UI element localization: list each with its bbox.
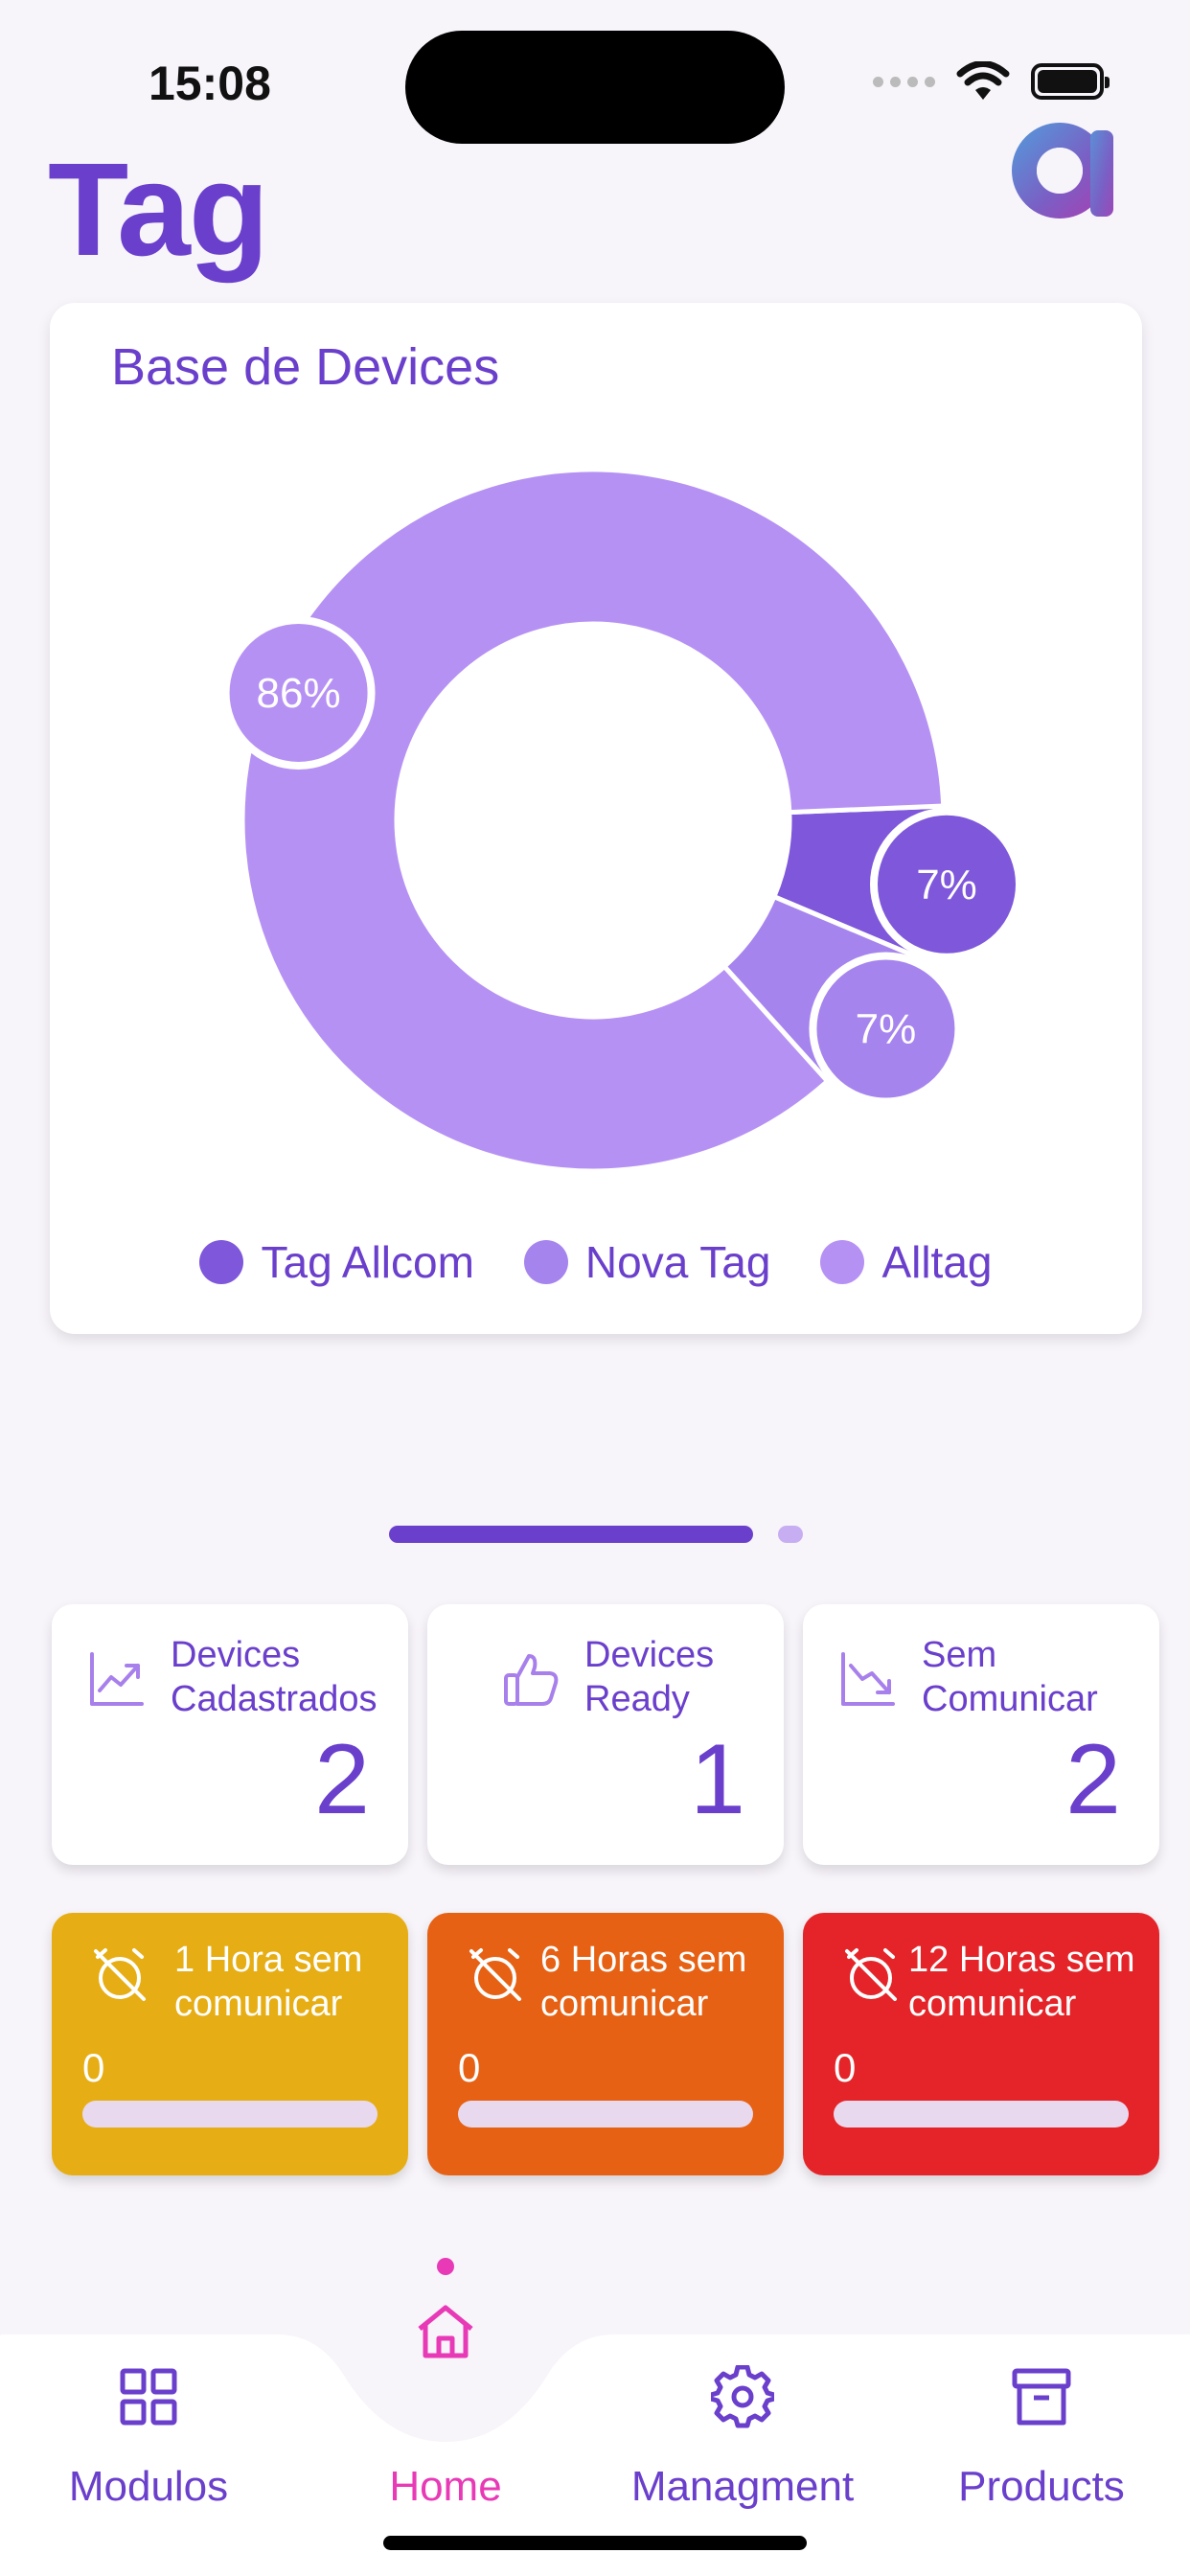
alert-label: 1 Hora sem comunicar — [174, 1940, 363, 2024]
donut-chart: 7% 7% 86% — [221, 467, 1024, 1174]
chart-legend: Tag Allcom Nova Tag Alltag — [50, 1236, 1142, 1288]
status-icons — [873, 61, 1110, 102]
dynamic-island — [405, 31, 785, 144]
nav-label: Products — [958, 2463, 1125, 2510]
bottom-navigation: Modulos Home Managment Products — [0, 2300, 1190, 2576]
page-title: Tag — [48, 136, 269, 284]
stat-card-devices-cadastrados[interactable]: Devices Cadastrados 2 — [52, 1604, 408, 1865]
home-icon — [418, 2305, 473, 2358]
stat-label: Sem Comunicar — [922, 1635, 1098, 1719]
nav-item-managment[interactable]: Managment — [594, 2300, 891, 2576]
pager-indicator[interactable] — [778, 1526, 803, 1543]
alarm-off-icon — [94, 1948, 146, 2001]
legend-item[interactable]: Tag Allcom — [199, 1236, 474, 1288]
nav-item-modulos[interactable]: Modulos — [0, 2300, 297, 2576]
stat-value: 1 — [690, 1724, 745, 1835]
slice-label: 86% — [257, 670, 341, 717]
alert-value: 0 — [834, 2045, 857, 2090]
carousel-pager[interactable] — [389, 1526, 803, 1543]
active-tab-dot — [437, 2258, 454, 2275]
nav-item-home[interactable]: Home — [297, 2300, 594, 2576]
legend-item[interactable]: Alltag — [820, 1236, 993, 1288]
legend-swatch — [199, 1240, 244, 1284]
alert-progress-bar — [82, 2101, 378, 2128]
stat-card-devices-ready[interactable]: Devices Ready 1 — [427, 1604, 784, 1865]
nav-label: Home — [389, 2463, 502, 2510]
stat-card-sem-comunicar[interactable]: Sem Comunicar 2 — [803, 1604, 1159, 1865]
app-logo-icon[interactable] — [1010, 113, 1117, 220]
stat-label: Devices Ready — [584, 1635, 715, 1719]
alert-progress-bar — [834, 2101, 1129, 2128]
slice-label: 7% — [856, 1006, 917, 1053]
legend-item[interactable]: Nova Tag — [523, 1236, 771, 1288]
slice-label: 7% — [916, 862, 977, 908]
thumbs-up-icon — [504, 1654, 559, 1706]
page: 15:08 Tag Base de Devices 7% 7% 86% Tag Al… — [0, 0, 1190, 2576]
device-base-chart-card: Base de Devices 7% 7% 86% Tag Allcom Nova T… — [50, 303, 1142, 1334]
status-time: 15:08 — [149, 57, 271, 110]
alert-card-12-hours[interactable]: 12 Horas sem comunicar 0 — [803, 1913, 1159, 2175]
legend-label: Alltag — [881, 1237, 993, 1287]
wifi-icon — [956, 61, 1010, 100]
alert-card-1-hour[interactable]: 1 Hora sem comunicar 0 — [52, 1913, 408, 2175]
alert-card-6-hours[interactable]: 6 Horas sem comunicar 0 — [427, 1913, 784, 2175]
alarm-off-icon — [845, 1948, 897, 2001]
home-indicator — [383, 2536, 807, 2550]
alert-progress-bar — [458, 2101, 753, 2128]
stat-label: Devices Cadastrados — [171, 1635, 378, 1719]
archive-icon — [1012, 2368, 1071, 2426]
legend-swatch — [820, 1240, 865, 1284]
cellular-signal-icon — [873, 76, 935, 87]
alert-label: 6 Horas sem comunicar — [540, 1940, 747, 2024]
grid-icon — [120, 2368, 177, 2426]
alarm-off-icon — [469, 1948, 521, 2001]
trending-up-icon — [90, 1652, 144, 1706]
alert-label: 12 Horas sem comunicar — [908, 1940, 1135, 2024]
alert-value: 0 — [458, 2045, 481, 2090]
gear-icon — [711, 2365, 774, 2428]
battery-icon — [1031, 63, 1110, 100]
stat-value: 2 — [1065, 1724, 1121, 1835]
pager-indicator-active[interactable] — [389, 1526, 753, 1543]
legend-label: Nova Tag — [584, 1237, 771, 1287]
nav-label: Managment — [630, 2463, 855, 2510]
nav-label: Modulos — [68, 2463, 229, 2510]
legend-swatch — [523, 1240, 568, 1284]
legend-label: Tag Allcom — [261, 1237, 474, 1287]
alert-value: 0 — [82, 2045, 105, 2090]
trending-down-icon — [841, 1652, 895, 1706]
stat-value: 2 — [314, 1724, 370, 1835]
nav-item-products[interactable]: Products — [893, 2300, 1190, 2576]
